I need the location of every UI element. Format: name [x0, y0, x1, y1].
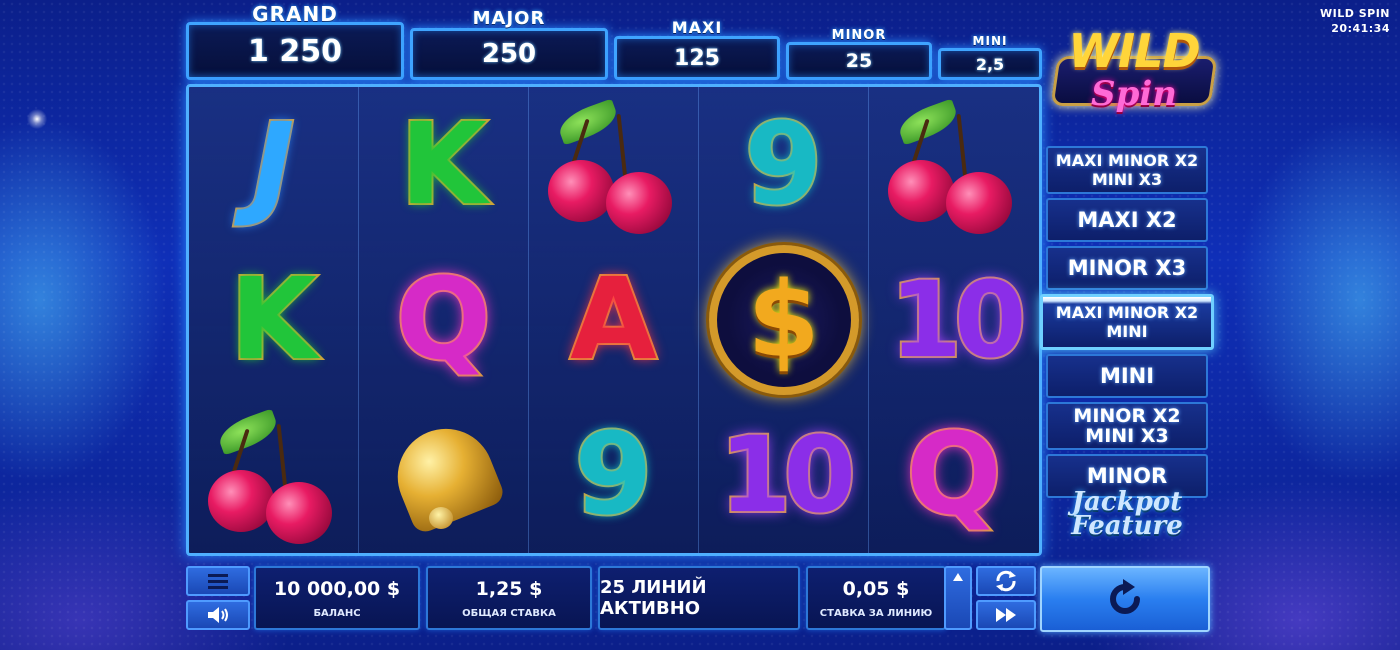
symbol-bell	[359, 398, 528, 553]
cherry-icon	[204, 408, 344, 545]
spin-button[interactable]	[1040, 566, 1210, 632]
symbol-10: 10	[888, 258, 1029, 381]
reel-3: A 9	[529, 87, 699, 553]
reel-1: J K	[189, 87, 359, 553]
cherry-icon	[544, 98, 684, 234]
reel-2: K Q	[359, 87, 529, 553]
refresh-icon	[996, 570, 1016, 592]
symbol-9: 9	[573, 410, 655, 541]
jackpot-feature-list: MAXI MINOR X2 MINI X3 MAXI X2 MINOR X3 MA…	[1040, 146, 1214, 502]
total-bet-display: 1,25 $ ОБЩАЯ СТАВКА	[426, 566, 592, 630]
increase-bet-button[interactable]	[944, 566, 972, 630]
symbol-k: K	[228, 254, 319, 385]
symbol-dollar: $	[699, 242, 868, 397]
jackpot-major: 250 MAJOR	[410, 8, 608, 80]
symbol-j: J	[251, 99, 297, 230]
feature-option: MAXI X2	[1046, 198, 1208, 242]
sound-button[interactable]	[186, 600, 250, 630]
cherry-icon	[884, 98, 1024, 234]
symbol-10: 10	[717, 414, 858, 537]
jackpot-mini-label: MINI	[972, 34, 1008, 48]
lines-display: 25 ЛИНИЙ АКТИВНО	[598, 566, 800, 630]
reel-5: 10 Q	[869, 87, 1039, 553]
balance-display: 10 000,00 $ БАЛАНС	[254, 566, 420, 630]
line-bet-value: 0,05 $	[842, 577, 910, 600]
reel-4: 9 $ 10	[699, 87, 869, 553]
line-bet-label: СТАВКА ЗА ЛИНИЮ	[819, 607, 933, 619]
symbol-9: 9	[743, 99, 825, 230]
symbol-cherry	[189, 398, 358, 553]
balance-value: 10 000,00 $	[273, 577, 401, 600]
jackpot-minor: 25 MINOR	[786, 28, 932, 80]
autoplay-button[interactable]	[976, 566, 1036, 596]
reel-grid: J K K Q A 9 9 $ 10 10 Q	[186, 84, 1042, 556]
jackpot-mini: 2,5 MINI	[938, 34, 1042, 80]
status-readout: WILD SPIN 20:41:34	[1320, 6, 1390, 36]
symbol-q: Q	[394, 254, 493, 385]
symbol-a: A	[568, 254, 659, 385]
turbo-button[interactable]	[976, 600, 1036, 630]
speaker-icon	[208, 607, 228, 623]
jackpot-grand-label: GRAND	[252, 2, 338, 26]
logo-spin-text: Spin	[1091, 74, 1177, 114]
feature-option-active: MAXI MINOR X2 MINI	[1040, 294, 1214, 350]
balance-label: БАЛАНС	[313, 607, 361, 619]
jackpot-feature-title: Jackpot Feature	[1071, 487, 1183, 541]
logo-wild-text: WILD	[1068, 24, 1200, 78]
feature-option: MINI	[1046, 354, 1208, 398]
jackpot-grand-value: 1 250	[186, 22, 404, 80]
jackpot-major-value: 250	[410, 28, 608, 80]
spin-arrow-icon	[1110, 579, 1140, 614]
jackpot-minor-label: MINOR	[831, 28, 887, 43]
game-title: WILD SPIN	[1320, 7, 1390, 20]
jackpot-maxi: 125 MAXI	[614, 18, 780, 80]
feature-option: MAXI MINOR X2 MINI X3	[1046, 146, 1208, 194]
lines-value: 25 ЛИНИЙ АКТИВНО	[600, 577, 707, 619]
chevron-up-icon	[953, 573, 963, 581]
symbol-cherry	[869, 87, 1039, 242]
jackpot-mini-value: 2,5	[938, 48, 1042, 80]
feature-option: MINOR X2 MINI X3	[1046, 402, 1208, 450]
jackpot-grand: 1 250 GRAND	[186, 2, 404, 80]
clock: 20:41:34	[1331, 22, 1390, 35]
jackpot-minor-value: 25	[786, 42, 932, 80]
symbol-q: Q	[904, 410, 1003, 541]
symbol-k: K	[398, 99, 489, 230]
sparkle-decoration	[26, 108, 48, 130]
jackpot-major-label: MAJOR	[472, 8, 546, 29]
symbol-cherry	[529, 87, 698, 242]
menu-button[interactable]	[186, 566, 250, 596]
feature-option: MINOR X3	[1046, 246, 1208, 290]
menu-icon	[208, 574, 228, 589]
dollar-coin-icon: $	[708, 244, 859, 395]
total-bet-value: 1,25 $	[475, 577, 543, 600]
wild-spin-logo: WILD Spin	[1048, 22, 1220, 134]
total-bet-label: ОБЩАЯ СТАВКА	[462, 607, 556, 619]
jackpot-maxi-label: MAXI	[671, 18, 723, 37]
fast-forward-icon	[996, 608, 1016, 622]
line-bet-display[interactable]: 0,05 $ СТАВКА ЗА ЛИНИЮ	[806, 566, 946, 630]
jackpot-maxi-value: 125	[614, 36, 780, 80]
bell-icon	[379, 414, 509, 536]
